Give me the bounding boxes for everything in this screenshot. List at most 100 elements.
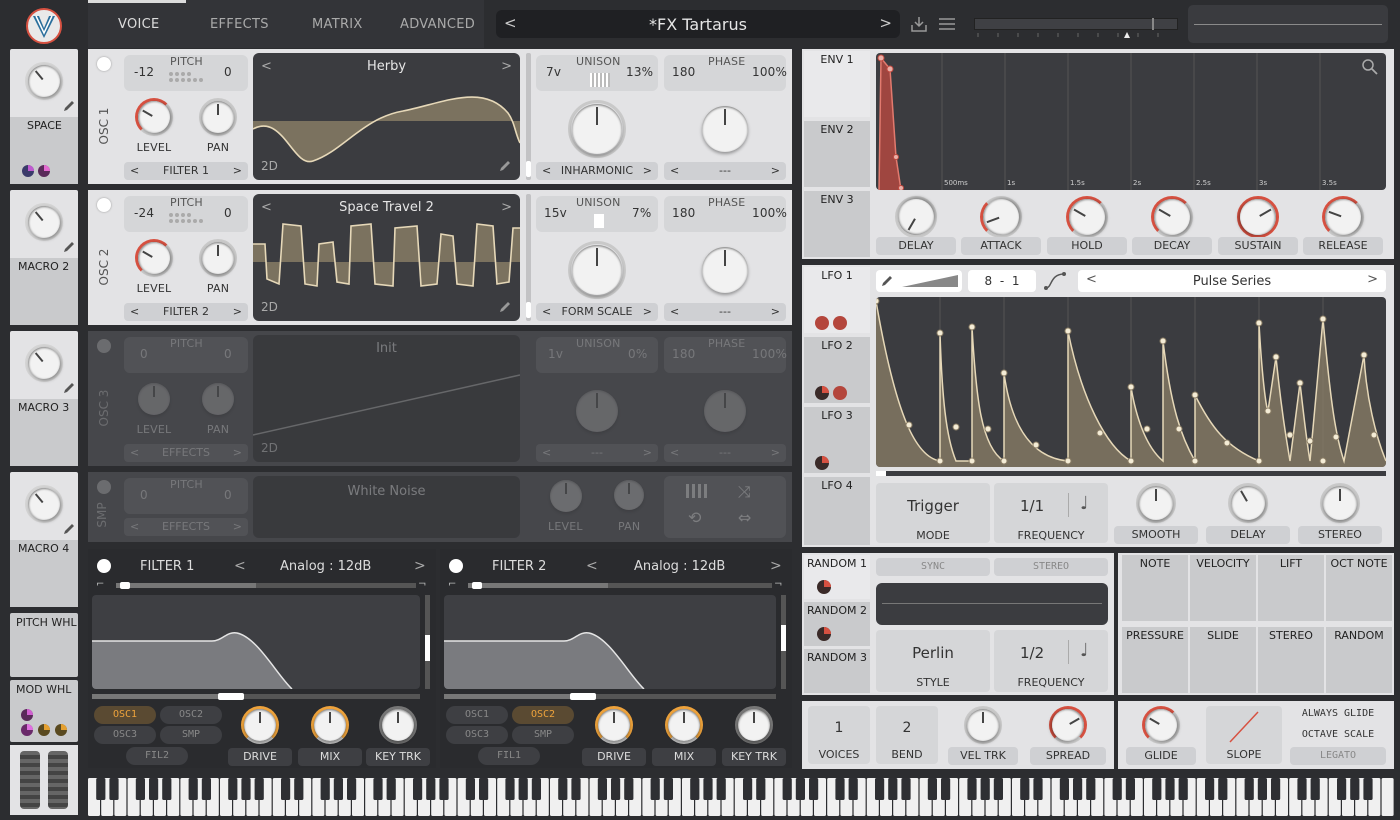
random3-tab[interactable]: RANDOM 3: [804, 649, 870, 693]
black-key[interactable]: [294, 778, 304, 800]
filter2-route-smp[interactable]: SMP: [512, 726, 574, 744]
black-key[interactable]: [201, 778, 211, 800]
keytrack-icon[interactable]: [686, 484, 710, 498]
osc3-phase[interactable]: 180: [672, 347, 696, 361]
filter2-mix-knob[interactable]: [668, 709, 700, 741]
glide-knob[interactable]: [1139, 703, 1183, 747]
filter2-route-osc3[interactable]: OSC3: [446, 726, 508, 744]
black-key[interactable]: [716, 778, 726, 800]
black-key[interactable]: [1033, 778, 1043, 800]
menu-icon[interactable]: [938, 16, 956, 32]
black-key[interactable]: [663, 778, 673, 800]
osc2-phase-random[interactable]: 100%: [752, 206, 787, 220]
pitch-mod-wheels[interactable]: [10, 745, 78, 815]
env-release-knob[interactable]: [1319, 193, 1367, 241]
edit-icon[interactable]: [498, 159, 512, 173]
osc1-unison-detune[interactable]: 13%: [626, 65, 653, 79]
mod-stereo[interactable]: STEREO: [1258, 627, 1324, 693]
black-key[interactable]: [901, 778, 911, 800]
black-key[interactable]: [162, 778, 172, 800]
velocity-track-knob[interactable]: [967, 709, 999, 741]
macro-4[interactable]: MACRO 4: [10, 472, 78, 607]
note-sync-icon[interactable]: ♩: [1080, 640, 1089, 661]
osc3-pitch-transpose[interactable]: 0: [140, 347, 148, 361]
black-key[interactable]: [571, 778, 581, 800]
filter1-keytrack-knob[interactable]: [382, 709, 414, 741]
black-key[interactable]: [756, 778, 766, 800]
filter1-blend-slider[interactable]: [116, 582, 416, 589]
macro-knob[interactable]: [21, 199, 67, 245]
sample-power-button[interactable]: [97, 480, 111, 494]
black-key[interactable]: [188, 778, 198, 800]
osc3-unison-voices[interactable]: 1v: [548, 347, 563, 361]
black-key[interactable]: [558, 778, 568, 800]
osc3-power-button[interactable]: [97, 339, 111, 353]
black-key[interactable]: [479, 778, 489, 800]
preset-next-button[interactable]: >: [879, 14, 892, 32]
filter1-route-osc3[interactable]: OSC3: [94, 726, 156, 744]
black-key[interactable]: [624, 778, 634, 800]
osc1-wavetable-name[interactable]: Herby: [253, 59, 520, 74]
save-icon[interactable]: [910, 15, 928, 33]
lfo-display[interactable]: [876, 297, 1386, 467]
filter2-power-button[interactable]: [449, 559, 463, 573]
lfo-mode-box[interactable]: Trigger MODE: [876, 483, 990, 543]
black-key[interactable]: [465, 778, 475, 800]
mod-lift[interactable]: LIFT: [1258, 555, 1324, 621]
macro-knob[interactable]: [21, 340, 67, 386]
black-key[interactable]: [1020, 778, 1030, 800]
tab-effects[interactable]: EFFECTS: [210, 17, 269, 32]
filter2-resonance-slider[interactable]: [781, 595, 786, 689]
osc1-power-button[interactable]: [97, 57, 111, 71]
preset-browser[interactable]: < *FX Tartarus >: [496, 10, 900, 38]
osc3-wavetable-name[interactable]: Init: [253, 341, 520, 356]
osc3-spectral-morph-knob[interactable]: [576, 390, 618, 432]
mod-oct-note[interactable]: OCT NOTE: [1326, 555, 1392, 621]
voices-box[interactable]: 1 VOICES: [808, 706, 870, 764]
edit-icon[interactable]: [62, 99, 76, 113]
osc1-destination[interactable]: < FILTER 1 >: [124, 162, 248, 180]
osc1-wavetable-display[interactable]: < Herby > 2D: [253, 53, 520, 180]
filter2-route-fil1[interactable]: FIL1: [478, 747, 540, 765]
sample-display[interactable]: White Noise: [253, 476, 520, 538]
black-key[interactable]: [373, 778, 383, 800]
osc2-wavetable-name[interactable]: Space Travel 2: [253, 200, 520, 215]
random1-tab[interactable]: RANDOM 1: [804, 555, 870, 599]
black-key[interactable]: [1165, 778, 1175, 800]
mod-random[interactable]: RANDOM: [1326, 627, 1392, 693]
mod-velocity[interactable]: VELOCITY: [1190, 555, 1256, 621]
osc1-unison-voices[interactable]: 7v: [546, 65, 561, 79]
env-sustain-knob[interactable]: [1233, 192, 1283, 242]
legato-button[interactable]: LEGATO: [1290, 747, 1386, 765]
black-key[interactable]: [1244, 778, 1254, 800]
filter1-response-display[interactable]: [92, 595, 420, 689]
black-key[interactable]: [1257, 778, 1267, 800]
black-key[interactable]: [650, 778, 660, 800]
black-key[interactable]: [281, 778, 291, 800]
black-key[interactable]: [386, 778, 396, 800]
black-key[interactable]: [96, 778, 106, 800]
black-key[interactable]: [875, 778, 885, 800]
black-key[interactable]: [1297, 778, 1307, 800]
lfo-preset-selector[interactable]: < Pulse Series >: [1078, 270, 1386, 292]
lfo4-tab[interactable]: LFO 4: [804, 477, 870, 545]
macro-3[interactable]: MACRO 3: [10, 331, 78, 466]
tab-voice[interactable]: VOICE: [118, 17, 160, 32]
lfo2-tab[interactable]: LFO 2: [804, 337, 870, 403]
black-key[interactable]: [149, 778, 159, 800]
black-key[interactable]: [1350, 778, 1360, 800]
osc1-phase[interactable]: 180: [672, 65, 696, 79]
macro-2[interactable]: MACRO 2: [10, 190, 78, 325]
sample-pan-knob[interactable]: [614, 480, 644, 510]
filter1-model[interactable]: Analog : 12dB: [280, 559, 371, 574]
black-key[interactable]: [1271, 778, 1281, 800]
env-hold-knob[interactable]: [1062, 192, 1112, 242]
black-key[interactable]: [1152, 778, 1162, 800]
black-key[interactable]: [795, 778, 805, 800]
shuffle-icon[interactable]: ⤨: [738, 482, 751, 502]
random-stereo-button[interactable]: STEREO: [994, 558, 1108, 576]
black-key[interactable]: [333, 778, 343, 800]
octave-scale-button[interactable]: OCTAVE SCALE: [1290, 726, 1386, 744]
osc3-destination[interactable]: < EFFECTS >: [124, 444, 248, 462]
loop-icon[interactable]: ⟲: [688, 508, 701, 527]
